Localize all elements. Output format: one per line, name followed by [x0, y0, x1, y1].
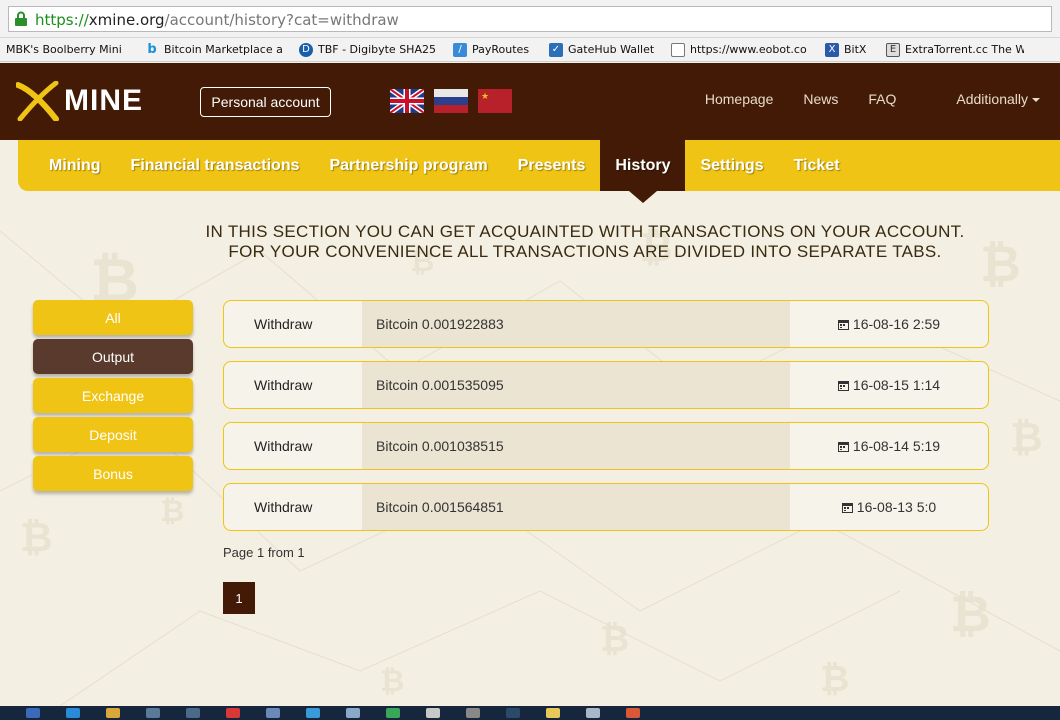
bookmark-bitcoin-marketplace[interactable]: b Bitcoin Marketplace a	[145, 43, 283, 57]
svg-text:★: ★	[481, 92, 489, 102]
transaction-row: Withdraw Bitcoin 0.001564851 16-08-13 5:…	[223, 483, 989, 531]
app-icon[interactable]	[466, 708, 480, 718]
transaction-amount: Bitcoin 0.001564851	[362, 484, 790, 530]
transaction-row: Withdraw Bitcoin 0.001922883 16-08-16 2:…	[223, 300, 989, 348]
bookmarks-bar: MBK's Boolberry Mini b Bitcoin Marketpla…	[0, 38, 1060, 62]
account-menu: Mining Financial transactions Partnershi…	[18, 140, 1060, 203]
tab-all[interactable]: All	[33, 300, 193, 335]
transaction-type: Withdraw	[254, 499, 313, 515]
extratorrent-icon: E	[886, 42, 900, 57]
bookmark-boolberry[interactable]: MBK's Boolberry Mini	[6, 43, 129, 56]
payroutes-icon: /	[453, 42, 467, 57]
svg-text:₿: ₿	[600, 619, 629, 660]
bookmark-gatehub[interactable]: ✓ GateHub Wallet	[549, 42, 655, 57]
transaction-type: Withdraw	[254, 377, 313, 393]
caret-down-icon	[1032, 98, 1040, 103]
page-info: Page 1 from 1	[223, 545, 305, 560]
russia-flag[interactable]	[434, 89, 468, 113]
bookmark-extratorrent[interactable]: E ExtraTorrent.cc The W	[886, 42, 1024, 57]
china-flag[interactable]: ★	[478, 89, 512, 113]
nav-additionally[interactable]: Additionally	[926, 91, 1040, 107]
transaction-row: Withdraw Bitcoin 0.001535095 16-08-15 1:…	[223, 361, 989, 409]
transaction-row: Withdraw Bitcoin 0.001038515 16-08-14 5:…	[223, 422, 989, 470]
menu-history[interactable]: History	[600, 140, 686, 203]
bitx-icon: X	[825, 42, 839, 57]
menu-settings[interactable]: Settings	[685, 140, 778, 191]
transaction-type: Withdraw	[254, 438, 313, 454]
svg-text:₿: ₿	[1010, 415, 1043, 461]
app-icon[interactable]	[546, 708, 560, 718]
nav-news[interactable]: News	[803, 91, 838, 107]
calendar-icon	[837, 319, 849, 330]
app-icon[interactable]	[346, 708, 360, 718]
calendar-icon	[841, 502, 853, 513]
transaction-date: 16-08-13 5:0	[790, 484, 988, 530]
page-button-1[interactable]: 1	[223, 582, 255, 614]
svg-text:₿: ₿	[380, 664, 404, 699]
digibyte-icon: D	[299, 42, 313, 57]
svg-text:₿: ₿	[820, 659, 849, 700]
app-icon[interactable]	[626, 708, 640, 718]
x-logo-icon	[16, 81, 59, 121]
page-icon	[671, 42, 685, 57]
top-nav: Homepage News FAQ Additionally	[675, 91, 1040, 107]
personal-account-button[interactable]: Personal account	[200, 87, 331, 117]
uk-flag[interactable]	[390, 89, 424, 113]
transaction-date: 16-08-15 1:14	[790, 362, 988, 408]
menu-financial-transactions[interactable]: Financial transactions	[116, 140, 315, 191]
tab-bonus[interactable]: Bonus	[33, 456, 193, 491]
intro-line-2: FOR YOUR CONVENIENCE ALL TRANSACTIONS AR…	[228, 242, 942, 261]
nav-faq[interactable]: FAQ	[868, 91, 896, 107]
bookmark-payroutes[interactable]: / PayRoutes	[453, 42, 533, 57]
calendar-icon	[837, 441, 849, 452]
svg-text:₿: ₿	[160, 494, 184, 529]
transaction-amount: Bitcoin 0.001922883	[362, 301, 790, 347]
menu-partnership-program[interactable]: Partnership program	[314, 140, 502, 191]
ie-icon[interactable]	[66, 708, 80, 718]
bookmark-tbf-digibyte[interactable]: D TBF - Digibyte SHA25(	[299, 42, 437, 57]
app-icon[interactable]	[306, 708, 320, 718]
lock-icon	[15, 11, 27, 26]
folder-icon[interactable]	[106, 708, 120, 718]
app-icon[interactable]	[146, 708, 160, 718]
app-icon[interactable]	[266, 708, 280, 718]
gatehub-icon: ✓	[549, 42, 563, 57]
taskbar	[0, 706, 1060, 720]
xmine-logo[interactable]: MINE	[16, 81, 143, 121]
menu-mining[interactable]: Mining	[18, 140, 116, 191]
transaction-type: Withdraw	[254, 316, 313, 332]
app-icon[interactable]	[506, 708, 520, 718]
app-icon[interactable]	[386, 708, 400, 718]
chrome-icon[interactable]	[226, 708, 240, 718]
app-icon[interactable]	[426, 708, 440, 718]
app-icon[interactable]	[186, 708, 200, 718]
svg-text:₿: ₿	[950, 585, 991, 643]
transaction-amount: Bitcoin 0.001535095	[362, 362, 790, 408]
app-icon[interactable]	[586, 708, 600, 718]
address-bar: https://xmine.org/account/history?cat=wi…	[0, 0, 1060, 38]
start-icon[interactable]	[26, 708, 40, 718]
bookmark-bitx[interactable]: X BitX	[825, 42, 870, 57]
intro-line-1: IN THIS SECTION YOU CAN GET ACQUAINTED W…	[205, 222, 965, 241]
tab-exchange[interactable]: Exchange	[33, 378, 193, 413]
tab-deposit[interactable]: Deposit	[33, 417, 193, 452]
transaction-date: 16-08-16 2:59	[790, 301, 988, 347]
calendar-icon	[837, 380, 849, 391]
bookmark-eobot[interactable]: https://www.eobot.co	[671, 42, 809, 57]
transaction-date: 16-08-14 5:19	[790, 423, 988, 469]
url-text: https://xmine.org/account/history?cat=wi…	[35, 11, 399, 29]
transaction-amount: Bitcoin 0.001038515	[362, 423, 790, 469]
tab-output[interactable]: Output	[33, 339, 193, 374]
site-header: MINE Personal account ★ Homepage News FA…	[0, 63, 1060, 140]
svg-text:₿: ₿	[20, 515, 53, 561]
menu-presents[interactable]: Presents	[503, 140, 601, 191]
url-field[interactable]: https://xmine.org/account/history?cat=wi…	[8, 6, 1052, 32]
b-icon: b	[147, 42, 157, 57]
intro-text: IN THIS SECTION YOU CAN GET ACQUAINTED W…	[150, 222, 1020, 262]
nav-homepage[interactable]: Homepage	[705, 91, 774, 107]
menu-ticket[interactable]: Ticket	[779, 140, 855, 191]
